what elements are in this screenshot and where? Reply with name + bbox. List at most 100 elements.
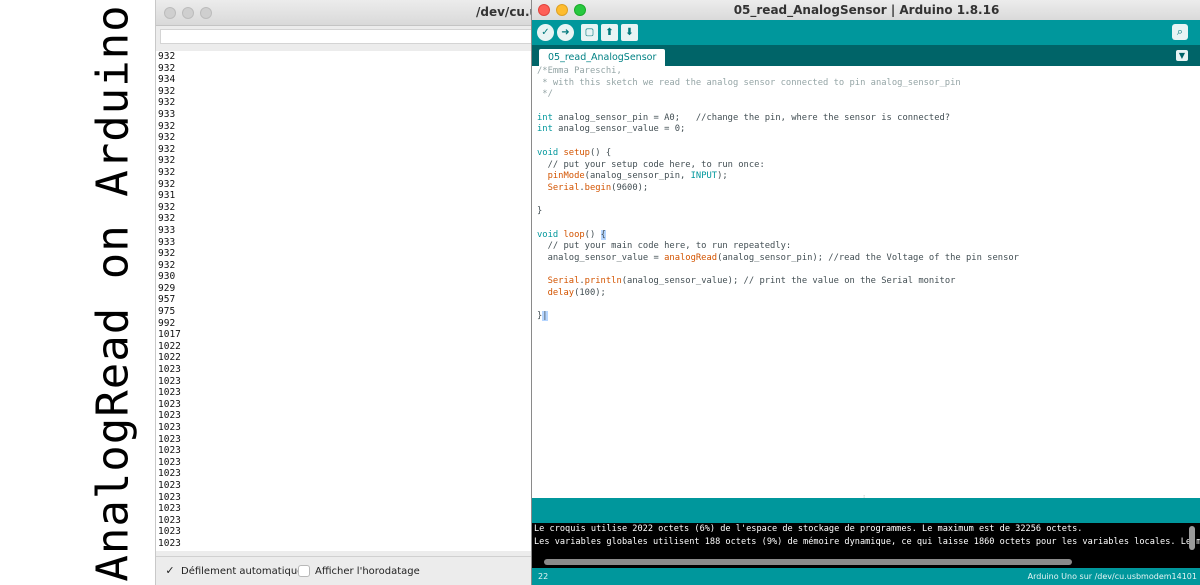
serial-send-input[interactable]: [160, 29, 532, 44]
serial-output-line: 1023: [158, 445, 181, 457]
tab-menu-chevron-down-icon[interactable]: ▼: [1176, 50, 1188, 61]
serial-output-line: 931: [158, 190, 176, 202]
serial-output-line: 992: [158, 317, 176, 329]
ide-status-bar: [532, 498, 1200, 523]
serial-output-line: 1023: [158, 375, 181, 387]
ide-window-title: 05_read_AnalogSensor | Arduino 1.8.16: [733, 3, 1000, 17]
code-line: int analog_sensor_pin = A0; //change the…: [537, 113, 1200, 125]
ide-console: Le croquis utilise 2022 octets (6%) de l…: [532, 523, 1200, 556]
save-sketch-icon[interactable]: ⬇: [621, 24, 638, 41]
serial-output-line: 933: [158, 108, 176, 120]
side-title: AnalogRead on Arduino: [78, 0, 148, 585]
console-vertical-scrollbar[interactable]: [1187, 523, 1197, 556]
serial-output-line: 932: [158, 85, 176, 97]
code-token: // put your setup code here, to run once…: [537, 159, 765, 170]
new-sketch-icon[interactable]: ▢: [581, 24, 598, 41]
code-token: void: [537, 229, 559, 240]
open-sketch-icon[interactable]: ⬆: [601, 24, 618, 41]
serial-output-area: 932 932 934 932 932 933 932 932 932 932 932 932 931 9…: [156, 51, 536, 551]
code-token: (analog_sensor_value); // print the valu…: [621, 276, 956, 287]
upload-icon[interactable]: ➜: [557, 24, 574, 41]
serial-output-line: 1023: [158, 433, 181, 445]
serial-output-line: 957: [158, 294, 176, 306]
serial-output-line: 1022: [158, 352, 181, 364]
serial-output-line: 1022: [158, 340, 181, 352]
serial-footer: ✓ Défilement automatique Afficher l'horo…: [156, 556, 536, 585]
code-token: (analog_sensor_pin); //read the Voltage …: [717, 253, 1019, 263]
timestamp-checkbox[interactable]: Afficher l'horodatage: [298, 565, 420, 577]
code-token: int: [537, 112, 553, 123]
console-vertical-scroll-thumb[interactable]: [1189, 526, 1195, 550]
zoom-button[interactable]: [200, 7, 212, 19]
minimize-button[interactable]: [182, 7, 194, 19]
serial-output-line: 933: [158, 224, 176, 236]
code-token: (9600);: [611, 182, 649, 193]
code-token: /*Emma Pareschi,: [537, 66, 622, 76]
code-token: (100);: [574, 288, 606, 299]
code-token: analog_sensor_value = 0;: [552, 124, 686, 135]
code-line: // put your setup code here, to run once…: [537, 160, 1200, 172]
code-line: void setup() {: [537, 148, 1200, 160]
serial-output-line: 1023: [158, 422, 181, 433]
tab-sketch[interactable]: 05_read_AnalogSensor: [539, 49, 666, 66]
code-token: (analog_sensor_pin,: [584, 171, 691, 182]
code-token: analog_sensor_value =: [537, 253, 665, 263]
serial-output-line: 1023: [158, 537, 181, 549]
code-token: void: [537, 147, 559, 158]
serial-output-line: 1023: [158, 503, 181, 515]
code-token: analog_sensor_pin = A0; //change the pin…: [552, 112, 951, 123]
code-token: loop: [563, 229, 585, 240]
serial-monitor-window: /dev/cu.us 93293293493293293393293293293…: [155, 0, 536, 585]
code-token: Serial: [547, 182, 580, 193]
code-token: pinMode: [547, 171, 585, 182]
serial-output-line: 1023: [158, 410, 181, 422]
code-line: // put your main code here, to run repea…: [537, 241, 1200, 253]
console-horizontal-scrollbar[interactable]: [532, 556, 1200, 568]
code-token: }: [537, 206, 543, 217]
timestamp-label: Afficher l'horodatage: [315, 565, 420, 577]
line-number: 22: [538, 572, 549, 581]
side-title-text: AnalogRead on Arduino: [87, 3, 139, 582]
code-editor[interactable]: /*Emma Pareschi, * with this sketch we r…: [532, 66, 1200, 498]
checkmark-icon: ✓: [165, 564, 175, 577]
code-token: int: [537, 124, 553, 135]
serial-output-line: 1023: [158, 398, 181, 410]
console-line: Les variables globales utilisent 188 oct…: [534, 537, 1200, 547]
serial-output-line: 930: [158, 271, 176, 283]
serial-output-line: 932: [158, 62, 176, 74]
serial-output-line: 932: [158, 143, 176, 155]
code-line: pinMode(analog_sensor_pin, INPUT);: [537, 171, 1200, 183]
code-token: INPUT: [690, 171, 718, 182]
code-line: }: [537, 206, 1200, 218]
serial-output-line: 932: [158, 51, 176, 62]
code-token: // put your main code here, to run repea…: [537, 241, 792, 252]
serial-monitor-icon[interactable]: ⌕: [1172, 24, 1188, 40]
code-line: Serial.begin(9600);: [537, 183, 1200, 195]
serial-window-title: /dev/cu.us: [476, 5, 536, 19]
code-line: int analog_sensor_value = 0;: [537, 124, 1200, 136]
ide-toolbar: ✓ ➜ ▢ ⬆ ⬇ ⌕: [532, 20, 1200, 45]
verify-icon[interactable]: ✓: [537, 24, 554, 41]
serial-output-line: 932: [158, 120, 176, 132]
code-token: delay: [547, 288, 575, 299]
autoscroll-checkbox[interactable]: ✓ Défilement automatique: [164, 565, 303, 577]
close-button[interactable]: [164, 7, 176, 19]
autoscroll-label: Défilement automatique: [181, 565, 304, 577]
code-token: begin: [584, 182, 612, 193]
code-line: }|: [537, 311, 1200, 323]
code-token: * with this sketch we read the analog se…: [537, 77, 961, 88]
console-scroll-thumb[interactable]: [544, 559, 1072, 565]
serial-output-line: 1023: [158, 364, 181, 376]
serial-output-line: 1023: [158, 479, 181, 491]
code-token: {: [600, 229, 606, 240]
ide-footer: 22 Arduino Uno sur /dev/cu.usbmodem14101: [532, 568, 1200, 585]
serial-output-line: 932: [158, 166, 176, 178]
serial-output-line: 933: [158, 236, 176, 248]
